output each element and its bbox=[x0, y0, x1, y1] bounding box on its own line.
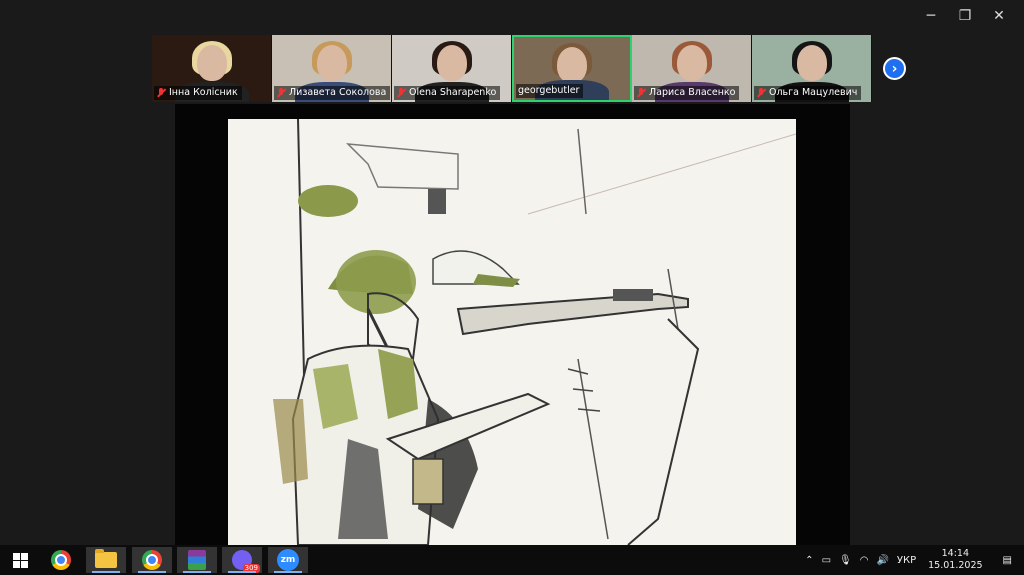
participant-tile[interactable]: Ольга Мацулевич bbox=[752, 35, 872, 102]
participant-name-tag: Інна Колісник bbox=[154, 86, 242, 100]
mic-muted-icon bbox=[636, 88, 646, 98]
participant-tile[interactable]: Olena Sharapenko bbox=[392, 35, 512, 102]
participant-tile[interactable]: Лизавета Соколова bbox=[272, 35, 392, 102]
taskbar-winrar[interactable] bbox=[177, 547, 217, 573]
participant-name: georgebutler bbox=[518, 85, 580, 96]
language-indicator[interactable]: УКР bbox=[893, 555, 920, 566]
participant-name: Ольга Мацулевич bbox=[769, 87, 858, 98]
windows-icon bbox=[12, 552, 28, 568]
participant-face bbox=[316, 45, 347, 81]
battery-icon[interactable]: ▭ bbox=[818, 555, 835, 566]
start-button[interactable] bbox=[0, 547, 40, 573]
shared-sketch-image bbox=[228, 119, 796, 545]
chevron-right-icon: › bbox=[891, 60, 898, 77]
next-page-button[interactable]: › bbox=[883, 57, 906, 80]
volume-icon[interactable]: 🔊 bbox=[872, 555, 892, 566]
window-controls: ─ ❐ ✕ bbox=[914, 6, 1016, 26]
chrome-icon bbox=[51, 550, 71, 570]
participant-name-tag: georgebutler bbox=[516, 84, 584, 98]
participant-face bbox=[557, 47, 587, 83]
folder-icon bbox=[95, 549, 117, 568]
taskbar: 309 zm ⌃ ▭ 🎙 ◠ 🔊 УКР 14:14 15.01.2025 ▤ bbox=[0, 545, 1024, 575]
participant-name-tag: Olena Sharapenko bbox=[394, 86, 501, 100]
microphone-icon[interactable]: 🎙 bbox=[835, 555, 856, 566]
participant-tile[interactable]: Лариса Власенко bbox=[632, 35, 752, 102]
participant-name: Лизавета Соколова bbox=[289, 87, 387, 98]
notification-badge: 309 bbox=[242, 564, 260, 573]
participant-face bbox=[196, 45, 227, 81]
participant-tile[interactable]: georgebutler bbox=[512, 35, 632, 102]
clock-time: 14:14 bbox=[941, 548, 970, 559]
mic-muted-icon bbox=[276, 88, 286, 98]
participant-tile[interactable]: Інна Колісник bbox=[152, 35, 272, 102]
mic-muted-icon bbox=[396, 88, 406, 98]
taskbar-chrome-2[interactable] bbox=[132, 547, 172, 573]
participant-face bbox=[796, 45, 827, 81]
participant-name: Лариса Власенко bbox=[649, 87, 736, 98]
mic-muted-icon bbox=[756, 88, 766, 98]
taskbar-chrome[interactable] bbox=[41, 547, 81, 573]
clock-date: 15.01.2025 bbox=[928, 560, 983, 571]
minimize-icon[interactable]: ─ bbox=[914, 6, 948, 26]
notifications-icon[interactable]: ▤ bbox=[991, 555, 1024, 566]
taskbar-zoom[interactable]: zm bbox=[268, 547, 308, 573]
participant-face bbox=[676, 45, 707, 81]
clock[interactable]: 14:14 15.01.2025 bbox=[920, 548, 990, 572]
participant-name: Інна Колісник bbox=[169, 87, 238, 98]
participant-name-tag: Ольга Мацулевич bbox=[754, 86, 862, 100]
participant-name-tag: Лариса Власенко bbox=[634, 86, 740, 100]
zoom-icon: zm bbox=[277, 549, 299, 571]
system-tray: ⌃ ▭ 🎙 ◠ 🔊 УКР 14:14 15.01.2025 ▤ bbox=[801, 545, 1024, 575]
network-icon[interactable]: ◠ bbox=[856, 555, 873, 566]
chrome-icon bbox=[142, 550, 162, 570]
participant-name: Olena Sharapenko bbox=[409, 87, 497, 98]
close-icon[interactable]: ✕ bbox=[982, 6, 1016, 26]
winrar-icon bbox=[188, 550, 206, 570]
participant-face bbox=[436, 45, 467, 81]
viber-icon: 309 bbox=[232, 550, 260, 573]
taskbar-file-explorer[interactable] bbox=[86, 547, 126, 573]
chevron-up-icon[interactable]: ⌃ bbox=[801, 555, 817, 566]
mic-muted-icon bbox=[156, 88, 166, 98]
restore-icon[interactable]: ❐ bbox=[948, 6, 982, 26]
participant-name-tag: Лизавета Соколова bbox=[274, 86, 391, 100]
taskbar-viber[interactable]: 309 bbox=[222, 547, 262, 573]
participant-strip: Інна Колісник Лизавета Соколова Olena Shar… bbox=[152, 35, 872, 102]
